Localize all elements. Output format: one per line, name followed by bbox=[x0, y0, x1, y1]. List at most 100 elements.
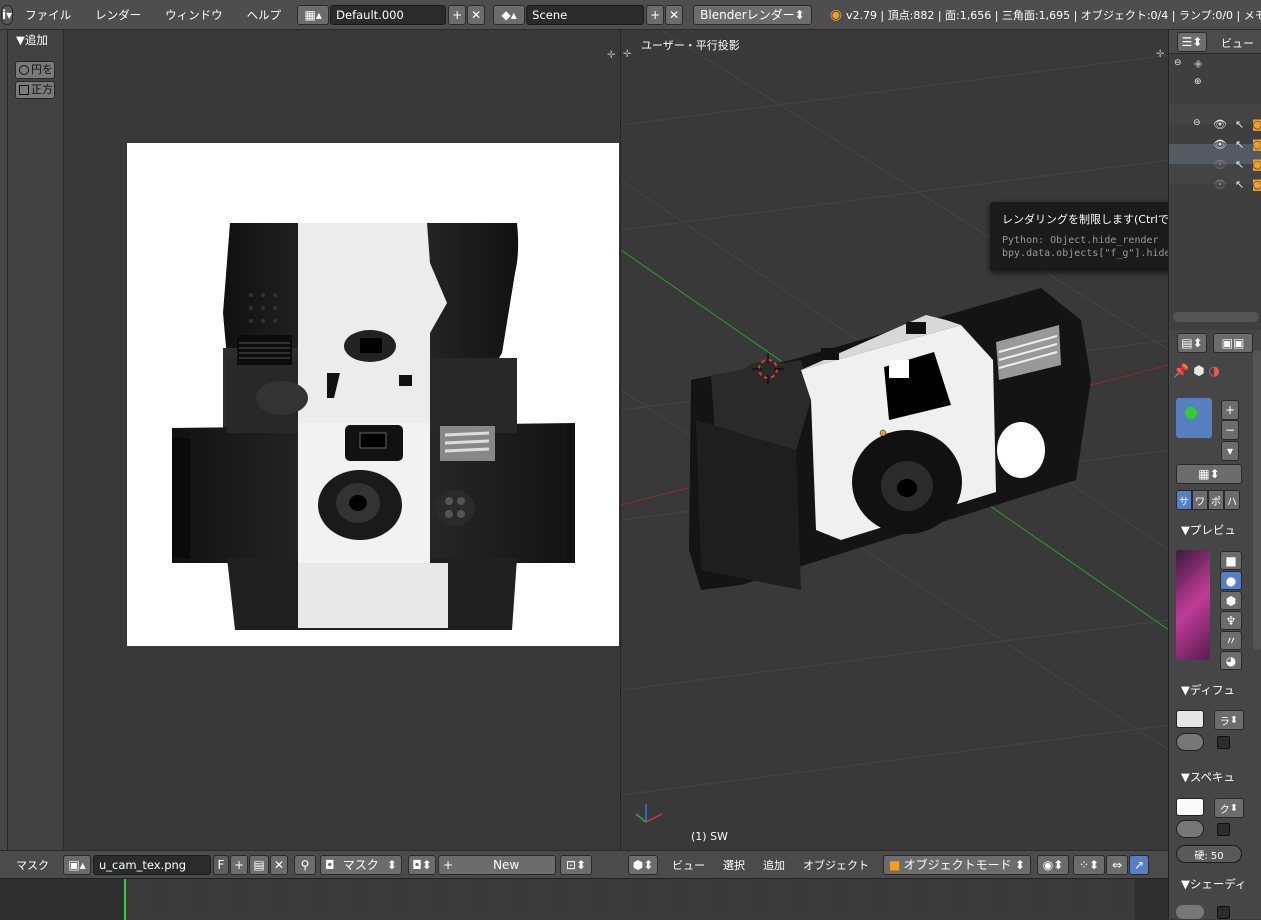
editor-type-button[interactable]: ⬢ ⬍ bbox=[628, 854, 658, 875]
eye-icon[interactable]: 👁 bbox=[1213, 118, 1227, 131]
material-icon[interactable]: ◑ bbox=[1209, 364, 1220, 379]
unlink-image-button[interactable]: ✕ bbox=[270, 854, 288, 875]
material-slot[interactable]: ● bbox=[1176, 398, 1212, 438]
pivot-point-dropdown[interactable]: ⁘ ⬍ bbox=[1073, 854, 1105, 875]
diffuse-ramp-toggle[interactable] bbox=[1176, 733, 1204, 751]
menu-window[interactable]: ウィンドウ bbox=[153, 7, 235, 23]
preview-hair-button[interactable]: 〃 bbox=[1220, 631, 1242, 650]
outliner[interactable]: ☰ ⬍ ビュー ⊖ ◈ ⊕ ⊖ 👁 ↖ ◙ 👁 ↖ ◙ 👁 ↖ ◙ 👁 ↖ ◙ bbox=[1168, 30, 1261, 330]
diffuse-ramp-checkbox[interactable] bbox=[1217, 736, 1230, 749]
add-square-button[interactable]: 正方 bbox=[15, 81, 55, 99]
tab-surface[interactable]: サ bbox=[1176, 490, 1192, 510]
tool-tabs-strip[interactable] bbox=[0, 30, 8, 850]
shading-panel-header[interactable]: ▼シェーディ bbox=[1181, 876, 1247, 892]
shading-dropdown[interactable]: ◉ ⬍ bbox=[1037, 854, 1069, 875]
cursor-icon[interactable]: ↖ bbox=[1235, 138, 1244, 151]
preview-flat-button[interactable]: ■ bbox=[1220, 551, 1242, 570]
menu-view[interactable]: ビュー bbox=[672, 857, 705, 873]
eye-icon[interactable]: 👁 bbox=[1213, 138, 1227, 151]
menu-add[interactable]: 追加 bbox=[763, 857, 785, 873]
properties-editor[interactable]: ▤ ⬍ ▣▣ 📌 ⬢ ◑ ● + − ▾ ▦ ⬍ サ ワ ポ ハ ▼プレビュ ■ ● ⬢… bbox=[1168, 330, 1261, 919]
pivot-dropdown[interactable]: ⊡ ⬍ bbox=[560, 854, 592, 875]
layout-name-field[interactable]: Default.000 bbox=[330, 4, 447, 25]
region-expand-icon[interactable]: ✛ bbox=[607, 50, 615, 61]
specular-ramp-toggle[interactable] bbox=[1176, 820, 1204, 838]
open-image-button[interactable]: ▤ bbox=[249, 854, 269, 875]
eye-icon[interactable]: 👁 bbox=[1213, 178, 1227, 191]
preview-shape-buttons[interactable]: ■ ● ⬢ ♆ 〃 ◕ bbox=[1220, 551, 1242, 670]
menu-render[interactable]: レンダー bbox=[83, 7, 153, 23]
menu-object[interactable]: オブジェクト bbox=[803, 857, 869, 873]
screen-layout-button[interactable]: ▦ ▴ bbox=[297, 4, 330, 25]
scene-button[interactable]: ◆ ▴ bbox=[493, 4, 526, 25]
remove-material-slot-button[interactable]: − bbox=[1221, 420, 1239, 440]
add-panel-header[interactable]: ▼追加 bbox=[16, 32, 48, 48]
delete-scene-button[interactable]: ✕ bbox=[665, 4, 684, 25]
tab-halo[interactable]: ハ bbox=[1224, 490, 1240, 510]
mask-menu[interactable]: マスク bbox=[16, 857, 49, 873]
camera-render-icon[interactable]: ◙ bbox=[1252, 118, 1261, 131]
add-circle-button[interactable]: 円を bbox=[15, 61, 55, 79]
pin-button[interactable]: ⚲ bbox=[294, 854, 316, 875]
properties-expand-icon[interactable]: ✛ bbox=[1156, 49, 1164, 60]
preview-monkey-button[interactable]: ♆ bbox=[1220, 611, 1242, 630]
camera-render-icon[interactable]: ◙ bbox=[1252, 178, 1261, 191]
collapse-icon[interactable]: ⊖ bbox=[1193, 118, 1201, 128]
preview-panel-header[interactable]: ▼プレビュ bbox=[1181, 522, 1236, 538]
specular-color-swatch[interactable] bbox=[1176, 798, 1204, 816]
context-toggle[interactable]: ▣▣ bbox=[1213, 333, 1253, 353]
preview-cube-button[interactable]: ⬢ bbox=[1220, 591, 1242, 610]
timeline[interactable] bbox=[0, 878, 1168, 920]
specular-panel-header[interactable]: ▼スペキュ bbox=[1181, 769, 1235, 785]
diffuse-panel-header[interactable]: ▼ディフュ bbox=[1181, 682, 1235, 698]
info-editor-type-button[interactable]: i ▾ bbox=[1, 4, 14, 25]
material-specials-button[interactable]: ▾ bbox=[1221, 441, 1239, 461]
specular-ramp-checkbox[interactable] bbox=[1217, 823, 1230, 836]
properties-scrollbar[interactable] bbox=[1253, 350, 1261, 650]
material-browse-button[interactable]: ▦ ⬍ bbox=[1176, 464, 1242, 484]
menu-select[interactable]: 選択 bbox=[723, 857, 745, 873]
expand-icon[interactable]: ⊕ bbox=[1194, 77, 1202, 87]
delete-layout-button[interactable]: ✕ bbox=[467, 4, 486, 25]
diffuse-color-swatch[interactable] bbox=[1176, 710, 1204, 728]
material-type-tabs[interactable]: サ ワ ポ ハ bbox=[1176, 490, 1240, 510]
tab-wire[interactable]: ワ bbox=[1192, 490, 1208, 510]
cursor-icon[interactable]: ↖ bbox=[1235, 178, 1244, 191]
outliner-scrollbar[interactable] bbox=[1173, 312, 1259, 322]
3d-scene-canvas[interactable] bbox=[621, 30, 1168, 850]
object-icon[interactable]: ⬢ bbox=[1193, 364, 1204, 379]
cursor-icon[interactable]: ↖ bbox=[1235, 118, 1244, 131]
properties-type-button[interactable]: ▤ ⬍ bbox=[1177, 333, 1207, 353]
translate-manipulator-button[interactable]: ↗ bbox=[1129, 854, 1149, 875]
3d-viewport[interactable]: ユーザー・平行投影 (1) SW ✛ ✛ bbox=[620, 30, 1168, 850]
manipulator-button[interactable]: ⇔ bbox=[1106, 854, 1128, 875]
preview-sphere-button[interactable]: ● bbox=[1220, 571, 1242, 590]
shading-checkbox[interactable] bbox=[1217, 906, 1230, 919]
new-image-button[interactable]: + bbox=[230, 854, 248, 875]
scene-name-field[interactable]: Scene bbox=[526, 4, 645, 25]
preview-sky-button[interactable]: ◕ bbox=[1220, 651, 1242, 670]
add-scene-button[interactable]: + bbox=[646, 4, 665, 25]
camera-render-icon[interactable]: ◙ bbox=[1252, 138, 1261, 151]
pin-icon[interactable]: 📌 bbox=[1173, 364, 1189, 379]
cursor-icon[interactable]: ↖ bbox=[1235, 158, 1244, 171]
camera-render-icon[interactable]: ◙ bbox=[1252, 158, 1261, 171]
context-tabs[interactable]: 📌 ⬢ ◑ bbox=[1173, 364, 1220, 379]
image-name-field[interactable]: u_cam_tex.png bbox=[93, 854, 211, 875]
new-mask-button[interactable]: + New bbox=[438, 854, 556, 875]
collapse-icon[interactable]: ⊖ bbox=[1174, 58, 1182, 68]
mask-mode-dropdown[interactable]: ◘ マスク ⬍ bbox=[320, 854, 402, 875]
toolshelf-expand-icon[interactable]: ✛ bbox=[623, 49, 631, 60]
menu-help[interactable]: ヘルプ bbox=[235, 7, 294, 23]
add-layout-button[interactable]: + bbox=[448, 4, 467, 25]
tab-volume[interactable]: ポ bbox=[1208, 490, 1224, 510]
mask-browse-button[interactable]: ◘ ⬍ bbox=[408, 854, 436, 875]
image-browse-button[interactable]: ▣ ▴ bbox=[63, 854, 91, 875]
object-mode-dropdown[interactable]: ■ オブジェクトモード ⬍ bbox=[883, 854, 1031, 875]
add-material-slot-button[interactable]: + bbox=[1221, 400, 1239, 420]
shading-toggle[interactable] bbox=[1176, 905, 1204, 919]
outliner-view-menu[interactable]: ビュー bbox=[1221, 35, 1254, 51]
outliner-type-button[interactable]: ☰ ⬍ bbox=[1177, 32, 1207, 52]
fake-user-button[interactable]: F bbox=[213, 854, 229, 875]
eye-icon[interactable]: 👁 bbox=[1213, 158, 1227, 171]
